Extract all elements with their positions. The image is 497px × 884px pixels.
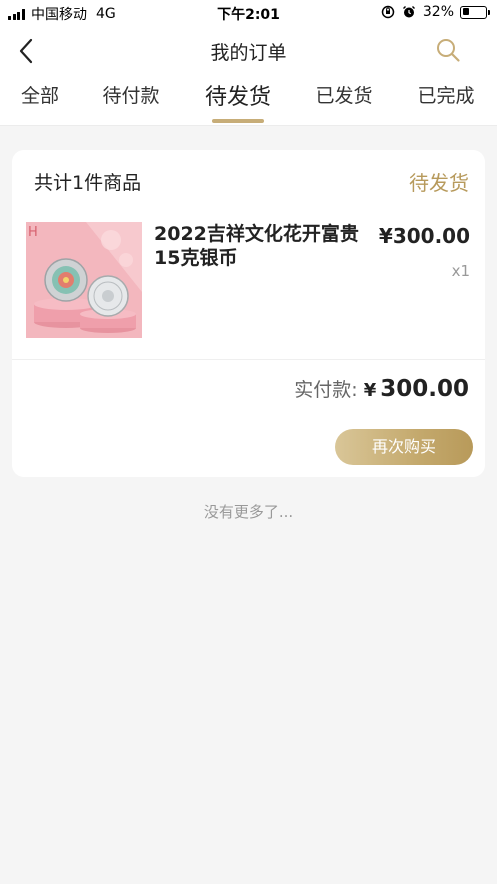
silver-coin-illustration: H	[26, 222, 142, 338]
product-name[interactable]: 2022吉祥文化花开富贵15克银币	[154, 222, 364, 270]
page-title: 我的订单	[210, 42, 287, 64]
order-card[interactable]: 共计1件商品 待发货 H 2022吉祥文化花开富贵15克银币 ¥300.00 x…	[12, 150, 485, 477]
product-price: ¥300.00	[378, 224, 470, 248]
rebuy-button[interactable]: 再次购买	[335, 429, 473, 465]
active-tab-indicator	[212, 119, 264, 123]
status-right: 32%	[381, 4, 490, 20]
order-tabs: 全部 待付款 待发货 已发货 已完成	[0, 76, 497, 126]
paid-amount: 300.00	[380, 376, 469, 402]
orientation-lock-icon	[381, 5, 395, 19]
divider	[12, 359, 485, 360]
alarm-icon	[402, 6, 415, 18]
item-count: 共计1件商品	[34, 172, 142, 194]
nav-bar: 我的订单	[0, 24, 497, 76]
search-icon[interactable]	[434, 36, 462, 64]
tab-shipped[interactable]: 已发货	[315, 81, 372, 108]
tab-all[interactable]: 全部	[21, 81, 59, 108]
tab-pending-payment[interactable]: 待付款	[102, 81, 159, 108]
status-bar: 中国移动 4G 下午2:01 32%	[0, 0, 497, 24]
no-more-text: 没有更多了...	[203, 503, 294, 521]
paid-label: 实付款:	[294, 379, 358, 401]
product-quantity: x1	[451, 262, 470, 280]
battery-percent: 32%	[422, 4, 454, 20]
paid-currency: ¥	[363, 380, 377, 401]
battery-icon	[460, 5, 490, 19]
product-image[interactable]: H	[26, 222, 142, 338]
svg-text:H: H	[28, 225, 38, 240]
order-status: 待发货	[409, 171, 469, 195]
paid-amount-row: 实付款: ¥ 300.00	[294, 375, 469, 402]
tab-pending-shipment[interactable]: 待发货	[205, 79, 271, 111]
tab-completed[interactable]: 已完成	[417, 81, 474, 108]
